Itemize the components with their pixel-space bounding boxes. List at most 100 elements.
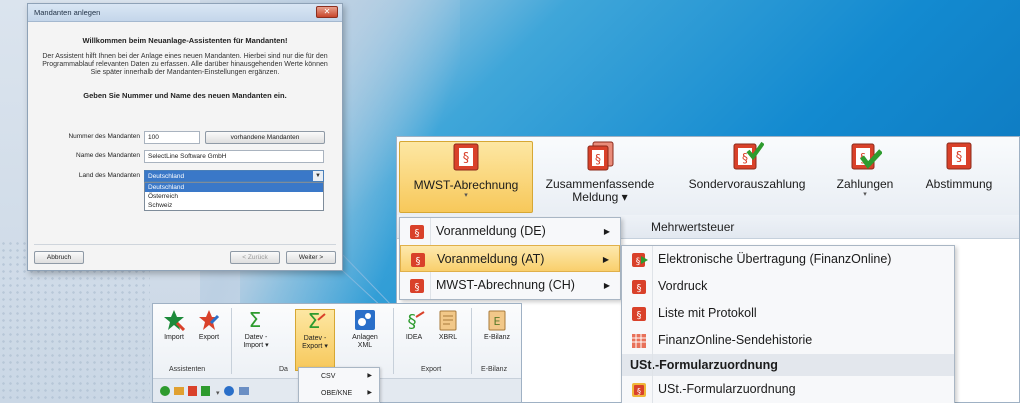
svg-text:▾: ▾	[216, 389, 220, 397]
menu-item-form[interactable]: § Vordruck	[622, 273, 954, 300]
menu-item-form-mapping[interactable]: § USt.-Formularzuordnung	[622, 376, 954, 403]
chevron-right-icon: ▶	[367, 390, 372, 396]
country-option[interactable]: Schweiz	[145, 201, 323, 210]
cancel-button[interactable]: Abbruch	[34, 251, 84, 264]
vat-return-label: MWST-Abrechnung	[413, 178, 519, 192]
wizard-titlebar: Mandanten anlegen ✕	[28, 4, 342, 22]
name-field[interactable]: SelectLine Software GmbH	[144, 150, 324, 163]
export-button[interactable]: Export	[193, 309, 225, 342]
paragraph-icon: §	[410, 225, 424, 239]
menu-section-header: USt.-Formularzuordnung	[622, 354, 954, 376]
menu-item-obe-kne[interactable]: OBE/KNE ▶	[299, 385, 379, 402]
wizard-dialog: Mandanten anlegen ✕ Willkommen beim Neua…	[27, 3, 343, 271]
export-ribbon: Import Export Σ Datev - Import ▾ Σ Datev…	[152, 303, 522, 403]
svg-text:§: §	[416, 256, 421, 267]
paragraph-icon: §	[632, 307, 646, 321]
wizard-intro: Der Assistent hilft Ihnen bei der Anlage…	[42, 53, 328, 76]
number-row: Nummer des Mandanten 100 vorhandene Mand…	[28, 131, 344, 144]
document-icon	[188, 386, 197, 396]
menu-item-label: USt.-Formularzuordnung	[658, 382, 796, 396]
svg-text:§: §	[463, 151, 470, 166]
xbrl-button[interactable]: XBRL	[433, 309, 463, 342]
menu-item-at[interactable]: § Voranmeldung (AT) ▶	[400, 245, 620, 272]
chevron-down-icon[interactable]: ▼	[313, 171, 323, 181]
payments-button[interactable]: § Zahlungen ▾	[825, 141, 905, 213]
paragraph-payment-icon: §	[851, 143, 882, 170]
quick-access-icons: ▾	[160, 386, 249, 397]
assets-xml-label-2: XML	[357, 342, 373, 349]
at-submenu: § Elektronische Übertragung (FinanzOnlin…	[621, 245, 955, 403]
menu-item-label: Vordruck	[658, 279, 708, 293]
back-button[interactable]: < Zurück	[230, 251, 280, 264]
svg-text:§: §	[742, 151, 748, 165]
paragraph-doc-icon: §	[453, 143, 479, 171]
import-button[interactable]: Import	[159, 309, 189, 342]
idea-export-icon: §	[408, 311, 425, 331]
vat-return-button[interactable]: § MWST-Abrechnung ▾	[399, 141, 533, 213]
paragraph-transfer-icon: §	[632, 253, 648, 267]
export-label: Export	[198, 334, 220, 341]
paragraph-icon: §	[410, 279, 424, 293]
datev-export-menu: CSV ▶ OBE/KNE ▶	[298, 367, 380, 403]
group-label-export: Export	[421, 366, 442, 373]
svg-text:Σ: Σ	[249, 309, 262, 331]
country-label: Land des Mandanten	[78, 172, 140, 179]
next-button[interactable]: Weiter >	[286, 251, 336, 264]
svg-text:§: §	[595, 152, 601, 166]
idea-button[interactable]: § IDEA	[399, 309, 429, 342]
e-balance-label: E-Bilanz	[483, 334, 511, 341]
chevron-right-icon: ▶	[367, 373, 372, 379]
country-row: Land des Mandanten Deutschland ▼ Deutsch…	[28, 170, 344, 220]
name-label: Name des Mandanten	[76, 152, 140, 159]
export-star-icon	[199, 310, 220, 330]
close-button[interactable]: ✕	[316, 6, 338, 18]
country-select[interactable]: Deutschland ▼	[144, 170, 324, 182]
paragraph-stack-icon: §	[587, 141, 614, 171]
existing-clients-button[interactable]: vorhandene Mandanten	[205, 131, 325, 144]
wizard-heading: Willkommen beim Neuanlage-Assistenten fü…	[82, 36, 288, 45]
assets-xml-icon	[355, 310, 375, 330]
sigma-import-icon: Σ	[249, 309, 262, 331]
xbrl-doc-icon	[439, 310, 457, 331]
e-balance-button[interactable]: E E-Bilanz	[477, 309, 517, 342]
ribbon-group-label: Mehrwertsteuer	[651, 220, 735, 234]
paragraph-doc-icon: §	[946, 142, 972, 170]
datev-import-button[interactable]: Σ Datev - Import ▾	[237, 309, 275, 350]
group-label-datev: Da	[279, 366, 288, 373]
svg-text:Σ: Σ	[308, 310, 321, 332]
group-divider	[393, 308, 394, 374]
group-divider	[471, 308, 472, 374]
advance-payment-label: Sondervorauszahlung	[688, 177, 806, 191]
country-option[interactable]: Österreich	[145, 192, 323, 201]
svg-text:E: E	[494, 315, 501, 328]
assets-xml-label-1: Anlagen	[352, 334, 378, 341]
menu-item-ch[interactable]: § MWST-Abrechnung (CH) ▶	[400, 272, 620, 299]
menu-item-de[interactable]: § Voranmeldung (DE) ▶	[400, 218, 620, 245]
chevron-right-icon: ▶	[602, 255, 609, 264]
datev-export-label-1: Datev -	[303, 335, 327, 342]
country-option[interactable]: Deutschland	[145, 183, 323, 192]
assets-xml-button[interactable]: Anlagen XML	[345, 309, 385, 350]
reconciliation-button[interactable]: § Abstimmung	[911, 141, 1007, 213]
group-divider	[231, 308, 232, 374]
menu-item-label: Voranmeldung (DE)	[436, 224, 546, 238]
menu-item-electronic-transfer[interactable]: § Elektronische Übertragung (FinanzOnlin…	[622, 246, 954, 273]
advance-payment-button[interactable]: § Sondervorauszahlung	[677, 141, 817, 213]
menu-item-label: Voranmeldung (AT)	[437, 252, 545, 266]
menu-item-label: CSV	[321, 373, 336, 380]
import-star-icon	[164, 310, 185, 331]
idea-label: IDEA	[405, 334, 423, 341]
summary-report-button[interactable]: § Zusammenfassende Meldung ▾	[540, 141, 660, 213]
menu-item-label: Liste mit Protokoll	[658, 306, 757, 320]
menu-item-label: FinanzOnline-Sendehistorie	[658, 333, 813, 347]
dialog-separator	[34, 244, 336, 245]
import-label: Import	[164, 334, 184, 341]
svg-text:§: §	[636, 257, 641, 267]
number-field[interactable]: 100	[144, 131, 200, 144]
menu-item-csv[interactable]: CSV ▶	[299, 368, 379, 385]
menu-item-protocol-list[interactable]: § Liste mit Protokoll	[622, 300, 954, 327]
menu-item-send-history[interactable]: FinanzOnline-Sendehistorie	[622, 327, 954, 354]
xbrl-label: XBRL	[438, 334, 458, 341]
number-label: Nummer des Mandanten	[68, 133, 140, 140]
datev-export-button[interactable]: Σ Datev - Export ▾	[295, 309, 335, 371]
